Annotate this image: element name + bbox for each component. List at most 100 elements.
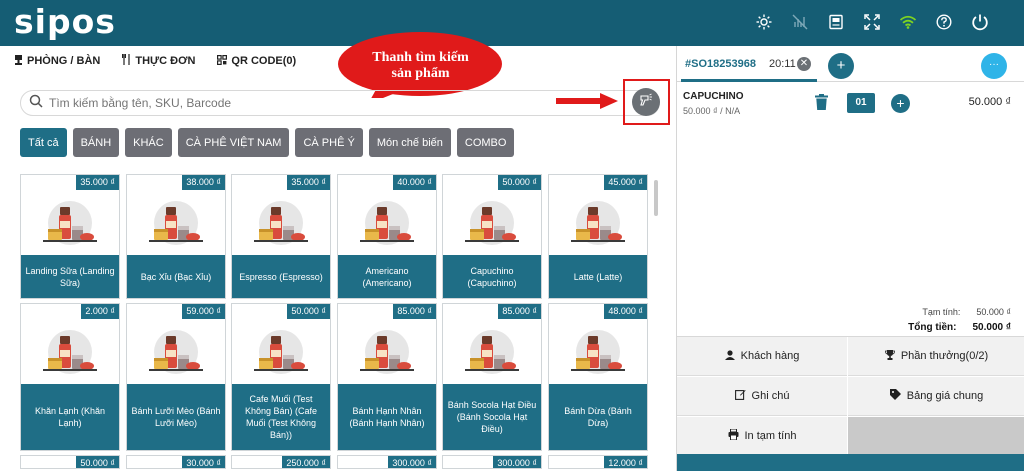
order-tab-time: 20:11 bbox=[769, 58, 796, 70]
printer-icon bbox=[728, 428, 739, 443]
power-icon[interactable] bbox=[962, 10, 998, 34]
product-price-badge: 38.000 ₫ bbox=[182, 175, 225, 190]
product-price-badge: 45.000 ₫ bbox=[604, 175, 647, 190]
category-filter-bar: Tất cả BÁNH KHÁC CÀ PHÊ VIỆT NAM CÀ PHÊ … bbox=[20, 128, 515, 157]
note-button[interactable]: Ghi chú bbox=[677, 377, 847, 416]
category-all[interactable]: Tất cả bbox=[20, 128, 67, 157]
customer-button[interactable]: Khách hàng bbox=[677, 337, 847, 376]
nav-menu[interactable]: THỰC ĐƠN bbox=[122, 54, 195, 68]
product-card[interactable]: 85.000 ₫ Bánh Hạnh Nhân (Bánh Hạnh Nhân) bbox=[337, 303, 437, 451]
print-preview-button-label: In tạm tính bbox=[744, 430, 797, 442]
product-card[interactable]: 50.000 ₫ Cafe Muối (Test Không Bán) (Cafe… bbox=[231, 303, 331, 451]
subtotal-row: Tạm tính: 50.000 ₫ bbox=[922, 307, 1011, 317]
nav-rooms[interactable]: PHÒNG / BÀN bbox=[14, 54, 100, 68]
category-mon-che-bien[interactable]: Món chế biến bbox=[368, 128, 451, 157]
product-card[interactable]: 35.000 ₫ Landing Sữa (Landing Sữa) bbox=[20, 174, 120, 299]
line-item-name: CAPUCHINO bbox=[683, 91, 744, 102]
callout-arrow bbox=[556, 93, 618, 109]
order-line-item: CAPUCHINO 50.000 ₫ / N/A 01 + 50.000 ₫ bbox=[677, 86, 1024, 120]
top-icon-group bbox=[746, 10, 998, 34]
user-icon bbox=[724, 349, 735, 363]
add-order-button[interactable]: + bbox=[828, 53, 854, 79]
trash-icon[interactable] bbox=[815, 94, 828, 115]
price-list-button[interactable]: Bảng giá chung bbox=[848, 377, 1024, 416]
brightness-icon[interactable] bbox=[746, 10, 782, 34]
product-image bbox=[338, 190, 436, 258]
product-card[interactable]: 40.000 ₫ Americano (Americano) bbox=[337, 174, 437, 299]
product-name: Bánh Lưỡi Mèo (Bánh Lưỡi Mèo) bbox=[127, 384, 225, 450]
search-input[interactable] bbox=[49, 96, 589, 110]
price-list-button-label: Bảng giá chung bbox=[906, 390, 984, 402]
product-price-badge: 2.000 ₫ bbox=[81, 304, 119, 319]
subtotal-label: Tạm tính: bbox=[922, 307, 961, 317]
product-card[interactable]: 50.000 ₫ bbox=[20, 455, 120, 469]
edit-note-icon bbox=[734, 389, 746, 403]
print-preview-button[interactable]: In tạm tính bbox=[677, 417, 847, 456]
category-ca-phe-viet-nam[interactable]: CÀ PHÊ VIỆT NAM bbox=[177, 128, 290, 157]
line-item-total: 50.000 ₫ bbox=[968, 96, 1011, 108]
total-value: 50.000 ₫ bbox=[972, 322, 1012, 333]
product-card[interactable]: 59.000 ₫ Bánh Lưỡi Mèo (Bánh Lưỡi Mèo) bbox=[126, 303, 226, 451]
barcode-scan-button[interactable] bbox=[632, 88, 660, 116]
barcode-scanner-icon bbox=[639, 93, 653, 112]
product-name: Landing Sữa (Landing Sữa) bbox=[21, 255, 119, 298]
product-image bbox=[338, 319, 436, 387]
note-button-label: Ghi chú bbox=[751, 390, 790, 402]
product-price-badge: 35.000 ₫ bbox=[287, 175, 330, 190]
nav-qr[interactable]: QR CODE(0) bbox=[217, 54, 296, 68]
wifi-icon[interactable] bbox=[890, 10, 926, 34]
product-card[interactable]: 50.000 ₫ Capuchino (Capuchino) bbox=[442, 174, 542, 299]
product-card[interactable]: 85.000 ₫ Bánh Socola Hạt Điều (Bánh Socol… bbox=[442, 303, 542, 451]
qr-icon bbox=[217, 54, 228, 68]
product-card[interactable]: 35.000 ₫ Espresso (Espresso) bbox=[231, 174, 331, 299]
fullscreen-icon[interactable] bbox=[854, 10, 890, 34]
table-icon bbox=[14, 54, 23, 68]
product-card[interactable]: 300.000 ₫ bbox=[337, 455, 437, 469]
nav-rooms-label: PHÒNG / BÀN bbox=[27, 55, 101, 67]
active-tab-indicator bbox=[681, 79, 817, 82]
price-tag-icon bbox=[889, 389, 901, 403]
no-network-icon[interactable] bbox=[782, 10, 818, 34]
reward-button[interactable]: Phần thưởng(0/2) bbox=[848, 337, 1024, 376]
quantity-field[interactable]: 01 bbox=[847, 93, 875, 113]
callout-line1: Thanh tìm kiếm bbox=[372, 50, 469, 65]
trophy-icon bbox=[884, 349, 895, 363]
category-ca-phe-y[interactable]: CÀ PHÊ Ý bbox=[295, 128, 363, 157]
product-image bbox=[443, 190, 541, 258]
category-khac[interactable]: KHÁC bbox=[125, 128, 172, 157]
order-tabs: #SO18253968 20:11 ✕ + ··· bbox=[677, 46, 1024, 82]
product-name: Bánh Dừa (Bánh Dừa) bbox=[549, 384, 647, 450]
receipt-icon[interactable] bbox=[818, 10, 854, 34]
product-image bbox=[549, 190, 647, 258]
product-card[interactable]: 2.000 ₫ Khăn Lạnh (Khăn Lạnh) bbox=[20, 303, 120, 451]
product-name: Capuchino (Capuchino) bbox=[443, 255, 541, 298]
product-card[interactable]: 38.000 ₫ Bạc Xỉu (Bạc Xỉu) bbox=[126, 174, 226, 299]
product-price-badge: 48.000 ₫ bbox=[604, 304, 647, 319]
product-price-badge: 30.000 ₫ bbox=[182, 456, 225, 468]
increase-quantity-button[interactable]: + bbox=[891, 94, 910, 113]
checkout-bar[interactable] bbox=[677, 454, 1024, 471]
nav-qr-label: QR CODE(0) bbox=[231, 55, 297, 67]
product-price-badge: 50.000 ₫ bbox=[287, 304, 330, 319]
more-options-button[interactable]: ··· bbox=[981, 53, 1007, 79]
category-combo[interactable]: COMBO bbox=[456, 128, 515, 157]
product-price-badge: 85.000 ₫ bbox=[498, 304, 541, 319]
product-price-badge: 50.000 ₫ bbox=[76, 456, 119, 468]
product-card[interactable]: 45.000 ₫ Latte (Latte) bbox=[548, 174, 648, 299]
product-card[interactable]: 300.000 ₫ bbox=[442, 455, 542, 469]
product-grid-scrollbar[interactable] bbox=[654, 180, 658, 216]
help-icon[interactable] bbox=[926, 10, 962, 34]
product-image bbox=[21, 190, 119, 258]
category-banh[interactable]: BÁNH bbox=[72, 128, 120, 157]
product-card[interactable]: 12.000 ₫ bbox=[548, 455, 648, 469]
product-card[interactable]: 30.000 ₫ bbox=[126, 455, 226, 469]
product-name: Bánh Socola Hạt Điều (Bánh Socola Hạt Đi… bbox=[443, 384, 541, 450]
product-card[interactable]: 250.000 ₫ bbox=[231, 455, 331, 469]
reward-button-label: Phần thưởng(0/2) bbox=[900, 350, 989, 362]
product-price-badge: 300.000 ₫ bbox=[493, 456, 541, 468]
product-card[interactable]: 48.000 ₫ Bánh Dừa (Bánh Dừa) bbox=[548, 303, 648, 451]
order-tab-id[interactable]: #SO18253968 bbox=[685, 58, 756, 70]
close-order-tab-icon[interactable]: ✕ bbox=[797, 57, 811, 71]
product-image bbox=[127, 190, 225, 258]
product-name: Espresso (Espresso) bbox=[232, 255, 330, 298]
